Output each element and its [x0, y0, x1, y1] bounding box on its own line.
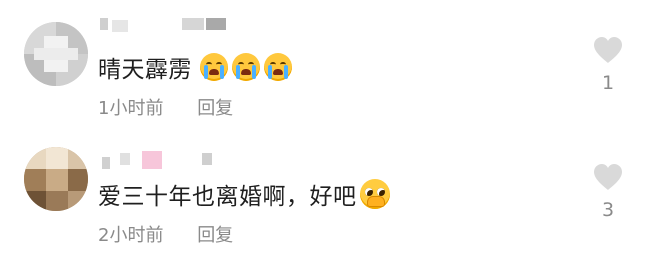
timestamp: 2小时前	[98, 225, 164, 246]
reply-button[interactable]: 回复	[197, 225, 233, 246]
comment-meta: 1小时前 回复	[98, 94, 233, 120]
username-blurred[interactable]	[98, 14, 238, 34]
comment-text: 晴天霹雳	[98, 50, 292, 84]
username-blurred[interactable]	[98, 149, 238, 169]
crying-face-icon	[200, 53, 228, 81]
comment-item: 晴天霹雳 1小时前 回复 1	[0, 0, 650, 136]
crying-face-icon	[232, 53, 260, 81]
comment-text: 爱三十年也离婚啊，好吧	[98, 177, 390, 211]
pleading-face-icon	[359, 179, 390, 209]
comment-item: 爱三十年也离婚啊，好吧 2小时前 回复 3	[0, 137, 650, 273]
heart-icon[interactable]	[593, 36, 623, 64]
crying-face-icon	[264, 53, 292, 81]
avatar[interactable]	[24, 147, 88, 211]
like-button[interactable]: 1	[588, 36, 628, 94]
like-count: 3	[601, 199, 615, 221]
like-count: 1	[601, 72, 615, 94]
comment-body: 爱三十年也离婚啊，好吧	[98, 184, 357, 210]
like-button[interactable]: 3	[588, 163, 628, 221]
reply-button[interactable]: 回复	[197, 98, 233, 119]
heart-icon[interactable]	[593, 163, 623, 191]
comment-meta: 2小时前 回复	[98, 221, 233, 247]
avatar[interactable]	[24, 22, 88, 86]
timestamp: 1小时前	[98, 98, 164, 119]
comment-body: 晴天霹雳	[98, 57, 192, 83]
